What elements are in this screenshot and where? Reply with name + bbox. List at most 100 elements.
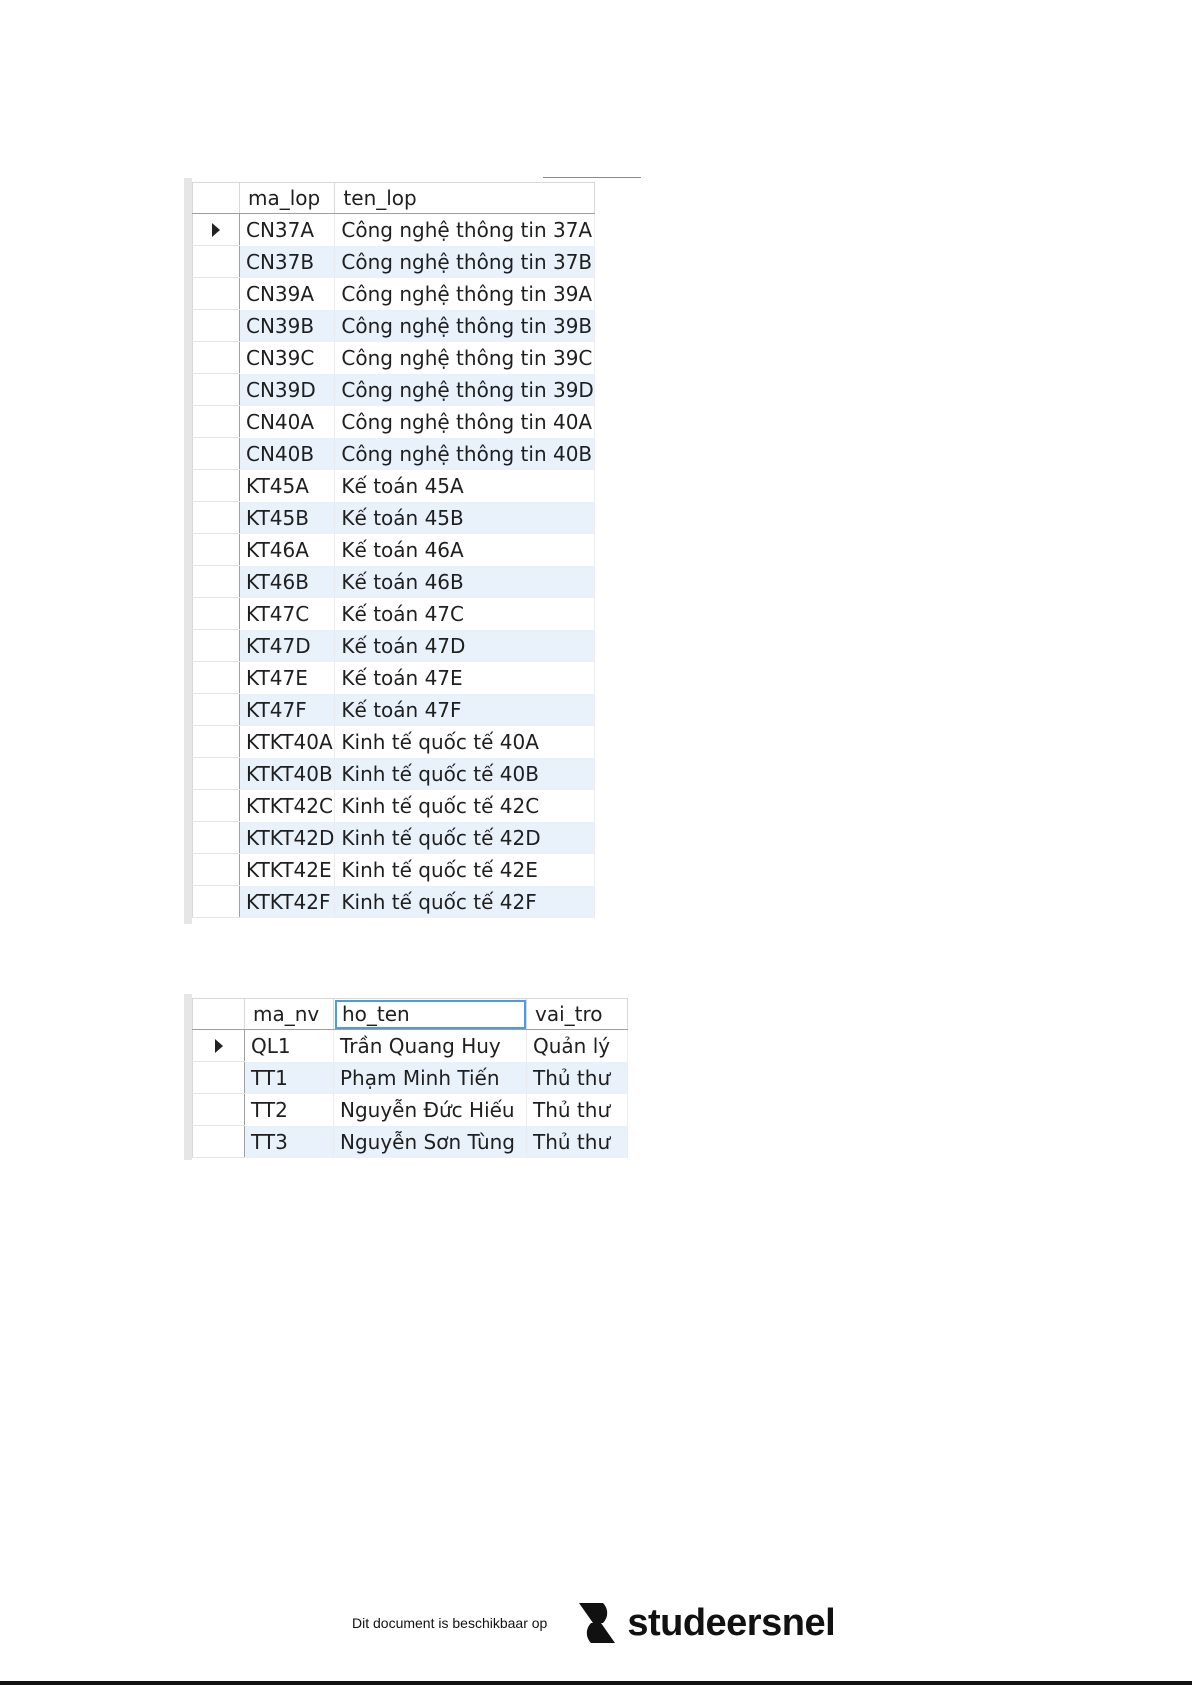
column-header-ma-lop[interactable]: ma_lop	[239, 182, 336, 214]
row-selector[interactable]	[192, 853, 240, 886]
row-selector[interactable]	[192, 245, 240, 278]
table-row[interactable]: KT45B Kế toán 45B	[192, 501, 595, 534]
table-cell[interactable]: CN39D	[239, 373, 336, 406]
row-selector[interactable]	[192, 821, 240, 854]
table-cell[interactable]: Quản lý	[526, 1029, 628, 1062]
column-header-vai-tro[interactable]: vai_tro	[526, 998, 628, 1030]
row-selector[interactable]	[192, 213, 240, 246]
table-row[interactable]: CN39C Công nghệ thông tin 39C	[192, 341, 595, 374]
table-cell[interactable]: Kế toán 45B	[334, 501, 595, 534]
table-cell[interactable]: CN37A	[239, 213, 336, 246]
row-header-corner[interactable]	[192, 998, 245, 1030]
table-cell[interactable]: KTKT40B	[239, 757, 336, 790]
table-cell[interactable]: Kế toán 46A	[334, 533, 595, 566]
row-selector[interactable]	[192, 469, 240, 502]
row-selector[interactable]	[192, 533, 240, 566]
table-cell[interactable]: KT47E	[239, 661, 336, 694]
table-row[interactable]: KTKT42C Kinh tế quốc tế 42C	[192, 789, 595, 822]
table-cell[interactable]: KTKT42C	[239, 789, 336, 822]
table-cell[interactable]: Kế toán 47C	[334, 597, 595, 630]
table-cell[interactable]: Thủ thư	[526, 1093, 628, 1126]
row-selector[interactable]	[192, 565, 240, 598]
table-cell[interactable]: TT1	[244, 1061, 334, 1094]
row-selector[interactable]	[192, 501, 240, 534]
table-row[interactable]: TT1 Phạm Minh Tiến Thủ thư	[192, 1061, 628, 1094]
row-selector[interactable]	[192, 661, 240, 694]
table-cell[interactable]: Công nghệ thông tin 39D	[334, 373, 595, 406]
row-selector[interactable]	[192, 885, 240, 918]
row-selector[interactable]	[192, 693, 240, 726]
table-row[interactable]: KTKT42E Kinh tế quốc tế 42E	[192, 853, 595, 886]
table-cell[interactable]: KTKT40A	[239, 725, 336, 758]
table-cell[interactable]: QL1	[244, 1029, 334, 1062]
row-header-corner[interactable]	[192, 182, 240, 214]
table-cell[interactable]: Kế toán 45A	[334, 469, 595, 502]
table-cell[interactable]: KTKT42E	[239, 853, 336, 886]
table-cell[interactable]: Công nghệ thông tin 37A	[334, 213, 595, 246]
table-row[interactable]: KT47F Kế toán 47F	[192, 693, 595, 726]
table-row[interactable]: CN39B Công nghệ thông tin 39B	[192, 309, 595, 342]
table-cell[interactable]: KT47C	[239, 597, 336, 630]
table-row[interactable]: CN40A Công nghệ thông tin 40A	[192, 405, 595, 438]
row-selector[interactable]	[192, 629, 240, 662]
table-row[interactable]: TT3 Nguyễn Sơn Tùng Thủ thư	[192, 1125, 628, 1158]
table-cell[interactable]: Kinh tế quốc tế 40B	[334, 757, 595, 790]
table-row[interactable]: KT47E Kế toán 47E	[192, 661, 595, 694]
row-selector[interactable]	[192, 1093, 245, 1126]
table-cell[interactable]: Kinh tế quốc tế 42D	[334, 821, 595, 854]
table-cell[interactable]: Kế toán 47E	[334, 661, 595, 694]
row-selector[interactable]	[192, 725, 240, 758]
table-cell[interactable]: Công nghệ thông tin 39C	[334, 341, 595, 374]
row-selector[interactable]	[192, 405, 240, 438]
row-selector[interactable]	[192, 277, 240, 310]
table-row[interactable]: KT46B Kế toán 46B	[192, 565, 595, 598]
row-selector[interactable]	[192, 373, 240, 406]
table-cell[interactable]: CN37B	[239, 245, 336, 278]
table-row[interactable]: KT46A Kế toán 46A	[192, 533, 595, 566]
column-header-ten-lop[interactable]: ten_lop	[334, 182, 595, 214]
row-selector[interactable]	[192, 1029, 245, 1062]
table-row[interactable]: CN37A Công nghệ thông tin 37A	[192, 213, 595, 246]
table-cell[interactable]: Kinh tế quốc tế 42F	[334, 885, 595, 918]
table-cell[interactable]: Kinh tế quốc tế 42C	[334, 789, 595, 822]
table-cell[interactable]: Kế toán 47D	[334, 629, 595, 662]
table-cell[interactable]: KTKT42F	[239, 885, 336, 918]
table-cell[interactable]: TT3	[244, 1125, 334, 1158]
table-cell[interactable]: TT2	[244, 1093, 334, 1126]
table-cell[interactable]: KT47D	[239, 629, 336, 662]
table-cell[interactable]: KT45A	[239, 469, 336, 502]
row-selector[interactable]	[192, 309, 240, 342]
table-cell[interactable]: Công nghệ thông tin 37B	[334, 245, 595, 278]
row-selector[interactable]	[192, 1061, 245, 1094]
table-cell[interactable]: Kế toán 46B	[334, 565, 595, 598]
table-row[interactable]: CN39A Công nghệ thông tin 39A	[192, 277, 595, 310]
table-cell[interactable]: CN39B	[239, 309, 336, 342]
table-row[interactable]: TT2 Nguyễn Đức Hiếu Thủ thư	[192, 1093, 628, 1126]
table-cell[interactable]: Kế toán 47F	[334, 693, 595, 726]
table-row[interactable]: KTKT40A Kinh tế quốc tế 40A	[192, 725, 595, 758]
row-selector[interactable]	[192, 789, 240, 822]
table-cell[interactable]: CN40B	[239, 437, 336, 470]
row-selector[interactable]	[192, 1125, 245, 1158]
table-cell[interactable]: Thủ thư	[526, 1061, 628, 1094]
table-cell[interactable]: CN39C	[239, 341, 336, 374]
table-row[interactable]: CN39D Công nghệ thông tin 39D	[192, 373, 595, 406]
row-selector[interactable]	[192, 597, 240, 630]
table-cell[interactable]: KT46B	[239, 565, 336, 598]
table-cell[interactable]: Kinh tế quốc tế 40A	[334, 725, 595, 758]
table-cell[interactable]: Nguyễn Sơn Tùng	[333, 1125, 527, 1158]
table-cell[interactable]: KTKT42D	[239, 821, 336, 854]
table-cell[interactable]: KT45B	[239, 501, 336, 534]
table-cell[interactable]: Nguyễn Đức Hiếu	[333, 1093, 527, 1126]
row-selector[interactable]	[192, 341, 240, 374]
table-cell[interactable]: Phạm Minh Tiến	[333, 1061, 527, 1094]
table-cell[interactable]: CN40A	[239, 405, 336, 438]
table-row[interactable]: KT47C Kế toán 47C	[192, 597, 595, 630]
table-row[interactable]: CN40B Công nghệ thông tin 40B	[192, 437, 595, 470]
table-cell[interactable]: Kinh tế quốc tế 42E	[334, 853, 595, 886]
table-cell[interactable]: Công nghệ thông tin 40B	[334, 437, 595, 470]
table-row[interactable]: KT45A Kế toán 45A	[192, 469, 595, 502]
table-cell[interactable]: Trần Quang Huy	[333, 1029, 527, 1062]
table-cell[interactable]: CN39A	[239, 277, 336, 310]
row-selector[interactable]	[192, 757, 240, 790]
